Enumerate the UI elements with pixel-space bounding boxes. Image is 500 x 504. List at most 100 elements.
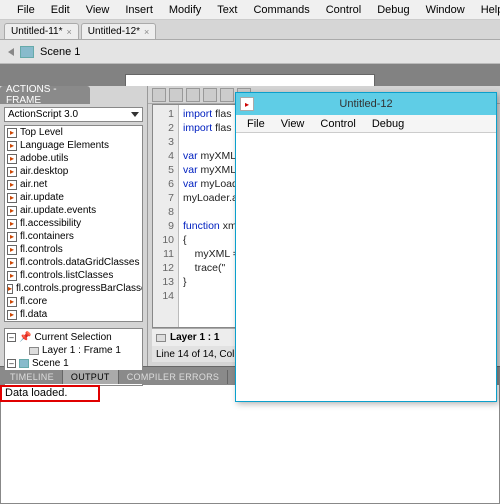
package-item[interactable]: ▸fl.core — [5, 295, 142, 308]
doc-tab-label: Untitled-12* — [88, 26, 140, 37]
actions-panel-tab[interactable]: ACTIONS - FRAME — [0, 86, 90, 104]
package-label: air.update — [20, 192, 64, 203]
scene-icon — [20, 46, 34, 58]
current-layer-label[interactable]: Layer 1 : Frame 1 — [42, 345, 121, 356]
pin-icon: 📌 — [19, 332, 31, 343]
close-icon[interactable]: × — [67, 27, 72, 37]
scene-label: Scene 1 — [40, 46, 80, 58]
swf-menu-debug[interactable]: Debug — [365, 116, 411, 132]
line-gutter: 1234567891011121314 — [153, 105, 179, 327]
menu-text[interactable]: Text — [210, 2, 244, 18]
package-item[interactable]: ▸Language Elements — [5, 139, 142, 152]
layer-icon — [29, 347, 39, 355]
tree-toggle-icon[interactable]: – — [7, 333, 16, 342]
document-tabs: Untitled-11* × Untitled-12* × — [0, 20, 500, 40]
package-label: air.net — [20, 179, 47, 190]
scene-tree-label[interactable]: Scene 1 — [32, 358, 69, 369]
layer-breadcrumb-label: Layer 1 : 1 — [170, 332, 219, 343]
doc-tab[interactable]: Untitled-12* × — [81, 23, 157, 39]
menu-edit[interactable]: Edit — [44, 2, 77, 18]
menu-modify[interactable]: Modify — [162, 2, 208, 18]
package-icon: ▸ — [7, 310, 17, 320]
package-label: fl.controls.dataGridClasses — [20, 257, 140, 268]
toolbar-button[interactable] — [152, 88, 166, 102]
package-item[interactable]: ▸fl.controls.dataGridClasses — [5, 256, 142, 269]
menu-insert[interactable]: Insert — [118, 2, 160, 18]
package-label: fl.accessibility — [20, 218, 81, 229]
package-item[interactable]: ▸air.net — [5, 178, 142, 191]
doc-tab-label: Untitled-11* — [11, 26, 63, 37]
menu-commands[interactable]: Commands — [246, 2, 316, 18]
close-icon[interactable]: × — [144, 27, 149, 37]
swf-preview-window[interactable]: ▸ Untitled-12 File View Control Debug — [235, 92, 497, 402]
package-label: fl.controls — [20, 244, 63, 255]
swf-menubar: File View Control Debug — [236, 115, 496, 133]
swf-titlebar[interactable]: ▸ Untitled-12 — [236, 93, 496, 115]
scene-bar: Scene 1 — [0, 40, 500, 64]
toolbar-button[interactable] — [220, 88, 234, 102]
package-label: adobe.utils — [20, 153, 68, 164]
menu-control[interactable]: Control — [319, 2, 368, 18]
menu-file[interactable]: File — [10, 2, 42, 18]
script-version-label: ActionScript 3.0 — [8, 109, 78, 120]
stage-canvas[interactable] — [125, 74, 375, 86]
package-item[interactable]: ▸air.update.events — [5, 204, 142, 217]
swf-menu-control[interactable]: Control — [313, 116, 362, 132]
package-icon: ▸ — [7, 128, 17, 138]
output-panel[interactable]: Data loaded. — [0, 384, 500, 504]
package-icon: ▸ — [7, 193, 17, 203]
tab-timeline[interactable]: TIMELINE — [2, 370, 63, 384]
package-item[interactable]: ▸Top Level — [5, 126, 142, 139]
current-selection-label: Current Selection — [34, 332, 111, 343]
menu-view[interactable]: View — [79, 2, 117, 18]
package-icon: ▸ — [7, 206, 17, 216]
package-icon: ▸ — [7, 297, 17, 307]
package-item[interactable]: ▸fl.accessibility — [5, 217, 142, 230]
package-item[interactable]: ▸fl.controls.progressBarClasses — [5, 282, 142, 295]
package-icon: ▸ — [7, 219, 17, 229]
package-label: Top Level — [20, 127, 63, 138]
package-label: air.update.events — [20, 205, 96, 216]
tab-compiler-errors[interactable]: COMPILER ERRORS — [119, 370, 229, 384]
doc-tab[interactable]: Untitled-11* × — [4, 23, 79, 39]
package-item[interactable]: ▸adobe.utils — [5, 152, 142, 165]
stage-area — [0, 64, 500, 86]
package-item[interactable]: ▸air.desktop — [5, 165, 142, 178]
menu-help[interactable]: Help — [474, 2, 500, 18]
toolbar-button[interactable] — [186, 88, 200, 102]
tree-toggle-icon[interactable]: – — [7, 359, 16, 368]
package-icon: ▸ — [7, 271, 17, 281]
layer-icon — [156, 334, 166, 342]
package-icon: ▸ — [7, 284, 13, 294]
package-icon: ▸ — [7, 141, 17, 151]
swf-menu-file[interactable]: File — [240, 116, 272, 132]
package-icon: ▸ — [7, 245, 17, 255]
script-version-select[interactable]: ActionScript 3.0 — [4, 107, 143, 122]
toolbar-button[interactable] — [203, 88, 217, 102]
menubar: File Edit View Insert Modify Text Comman… — [0, 0, 500, 20]
package-item[interactable]: ▸fl.data — [5, 308, 142, 321]
toolbar-button[interactable] — [169, 88, 183, 102]
package-label: fl.data — [20, 309, 47, 320]
package-label: Language Elements — [20, 140, 109, 151]
back-icon[interactable] — [8, 48, 14, 56]
actions-panel: ACTIONS - FRAME ActionScript 3.0 ▸Top Le… — [0, 86, 148, 366]
package-icon: ▸ — [7, 180, 17, 190]
package-item[interactable]: ▸fl.controls.listClasses — [5, 269, 142, 282]
package-list[interactable]: ▸Top Level▸Language Elements▸adobe.utils… — [4, 125, 143, 322]
swf-menu-view[interactable]: View — [274, 116, 312, 132]
package-item[interactable]: ▸fl.controls — [5, 243, 142, 256]
flash-player-icon: ▸ — [240, 97, 254, 111]
package-icon: ▸ — [7, 167, 17, 177]
package-icon: ▸ — [7, 154, 17, 164]
package-icon: ▸ — [7, 258, 17, 268]
scene-icon — [19, 359, 29, 368]
package-label: fl.controls.progressBarClasses — [16, 283, 143, 294]
tab-output[interactable]: OUTPUT — [63, 370, 119, 384]
package-item[interactable]: ▸fl.containers — [5, 230, 142, 243]
menu-debug[interactable]: Debug — [370, 2, 416, 18]
swf-stage[interactable] — [236, 133, 496, 401]
package-label: fl.containers — [20, 231, 74, 242]
menu-window[interactable]: Window — [419, 2, 472, 18]
package-item[interactable]: ▸air.update — [5, 191, 142, 204]
